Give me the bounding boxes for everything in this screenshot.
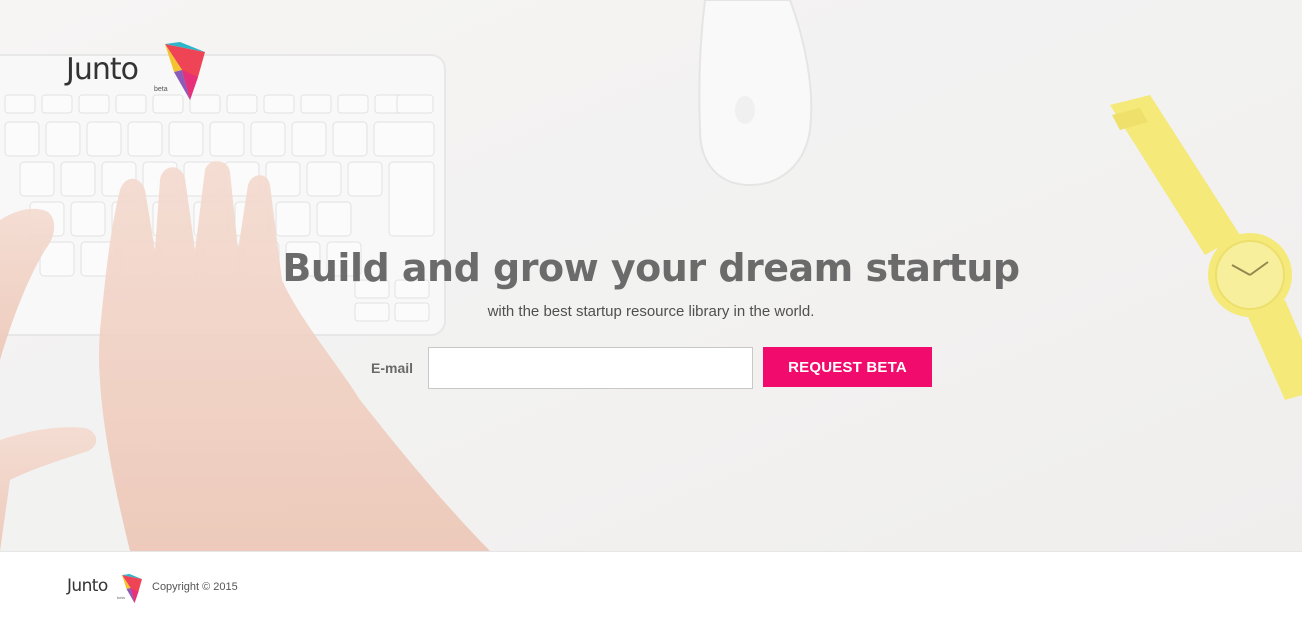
email-input[interactable]: [428, 347, 753, 389]
footer: Junto beta Copyright © 2015: [0, 551, 1302, 620]
footer-junto-logo[interactable]: Junto beta: [67, 572, 142, 603]
hero-section: Junto beta Build and grow your dream sta…: [0, 0, 1302, 551]
copyright-text: Copyright © 2015: [152, 581, 238, 593]
footer-logo-wordmark: Junto: [67, 576, 108, 596]
junto-logo[interactable]: Junto beta: [66, 42, 216, 102]
request-beta-button[interactable]: REQUEST BETA: [763, 347, 932, 387]
logo-wordmark: Junto: [66, 52, 139, 87]
hero-headline: Build and grow your dream startup: [282, 246, 1020, 290]
hero-subheadline: with the best startup resource library i…: [487, 303, 815, 320]
footer-logo-flag-icon: [122, 574, 142, 603]
email-label: E-mail: [371, 360, 414, 376]
logo-flag-icon: [165, 42, 205, 100]
